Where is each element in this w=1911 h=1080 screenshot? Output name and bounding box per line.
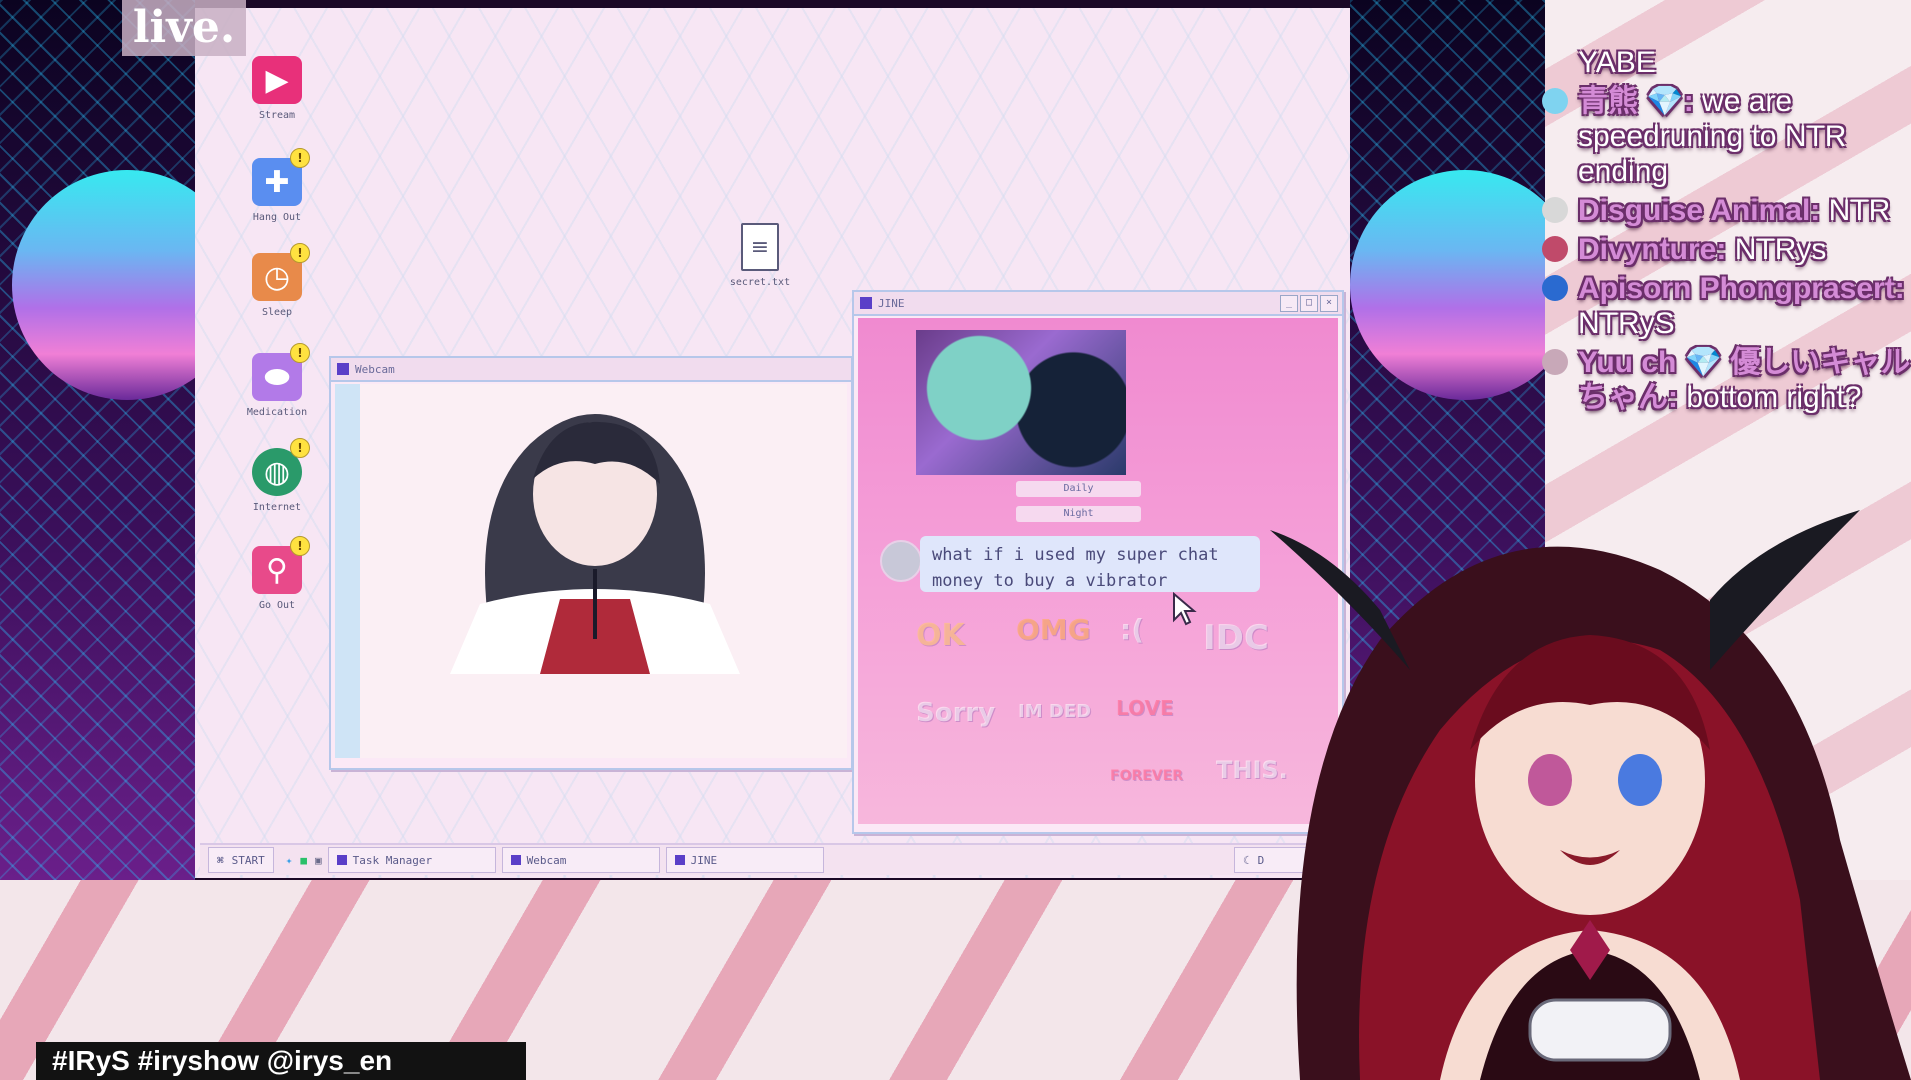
chat-message: Disguise Animal: NTR [1542, 193, 1911, 228]
stamp-ok[interactable]: OK [916, 618, 965, 653]
desktop-icon-label: Medication [246, 407, 308, 418]
avatar [1542, 236, 1568, 262]
vtuber-avatar [1270, 510, 1911, 1080]
desktop-icon-label: Stream [258, 110, 296, 121]
webcam-window[interactable]: Webcam [329, 356, 853, 770]
desktop-icon-medication[interactable]: ⬬! Medication [232, 343, 322, 418]
avatar [1542, 88, 1568, 114]
stamp-sorry[interactable]: Sorry [916, 698, 995, 728]
ame-character-sprite [450, 414, 740, 674]
live-logo: live. [122, 0, 246, 56]
daily-label: Daily [1016, 481, 1141, 497]
webcam-titlebar[interactable]: Webcam [331, 358, 851, 382]
chat-text: YABE [1578, 46, 1656, 79]
taskbar-item-jine[interactable]: JINE [665, 847, 824, 873]
window-app-icon [337, 363, 349, 375]
hashtag-banner: #IRyS #iryshow @irys_en [36, 1042, 526, 1080]
chat-text: bottom right? [1686, 381, 1862, 414]
stamp-im-ded[interactable]: IM DED [1018, 701, 1091, 722]
desktop-icon-stream[interactable]: ▶ Stream [232, 56, 322, 121]
map-pin-icon: ⚲! [252, 536, 310, 594]
stamp-sad[interactable]: :( [1120, 613, 1144, 646]
desktop-icon-go-out[interactable]: ⚲! Go Out [232, 536, 322, 611]
desktop-icon-secret-txt[interactable]: ≡ secret.txt [715, 223, 805, 288]
avatar [1542, 349, 1568, 375]
stamp-forever: FOREVER [1110, 768, 1183, 784]
notification-badge: ! [290, 148, 310, 168]
avatar [1542, 197, 1568, 223]
stamp-omg[interactable]: OMG [1016, 613, 1091, 646]
desktop-icon-hangout[interactable]: ✚! Hang Out [232, 148, 322, 223]
notification-badge: ! [290, 343, 310, 363]
start-icon: ⌘ [217, 853, 224, 867]
chat-message-bubble: what if i used my super chat money to bu… [920, 536, 1260, 592]
bird-icon[interactable]: ✦ [286, 854, 293, 867]
chat-text: NTR [1828, 194, 1891, 227]
notification-badge: ! [290, 536, 310, 556]
taskbar-item-webcam[interactable]: Webcam [501, 847, 660, 873]
hangout-icon: ✚! [252, 148, 310, 206]
alarm-clock-icon: ◷! [252, 243, 310, 301]
stream-play-icon: ▶ [252, 56, 302, 104]
desktop-icon-internet[interactable]: ◍! Internet [232, 438, 322, 513]
desktop-icon-label: secret.txt [729, 277, 791, 288]
chat-message: Apisorn Phongprasert: NTRyS [1542, 271, 1911, 341]
notification-badge: ! [290, 438, 310, 458]
window-title: Webcam [355, 362, 395, 376]
chat-message: YABE [1542, 45, 1911, 80]
game-desktop: ▶ Stream ✚! Hang Out ◷! Sleep ⬬! Medicat… [195, 8, 1350, 878]
chat-message: Divynture: NTRys [1542, 232, 1911, 267]
vaporwave-wallpaper-left [0, 0, 195, 880]
taskbar-item-label: Webcam [526, 853, 567, 867]
chat-author: Apisorn Phongprasert: [1578, 272, 1905, 305]
chat-author: 青熊 💎: [1578, 85, 1694, 118]
desktop-icon-label: Hang Out [252, 212, 302, 223]
webcam-feed [335, 384, 847, 758]
chat-text: NTRyS [1578, 307, 1675, 340]
notification-badge: ! [290, 243, 310, 263]
start-button[interactable]: ⌘ START [208, 847, 274, 873]
globe-search-icon: ◍! [252, 438, 310, 496]
monitor-icon[interactable]: ▣ [315, 854, 322, 867]
desktop-icon-label: Sleep [261, 307, 293, 318]
taskbar-item-label: JINE [690, 853, 718, 867]
chat-author: Divynture: [1578, 233, 1727, 266]
start-label: START [231, 853, 265, 867]
window-app-icon [860, 297, 872, 309]
window-title: JINE [878, 296, 905, 310]
chat-app-icon[interactable]: ■ [300, 854, 307, 867]
chat-message: 青熊 💎: we are speedruning to NTR ending [1542, 84, 1911, 189]
desktop-icon-label: Internet [252, 502, 302, 513]
desktop-icon-label: Go Out [258, 600, 296, 611]
chat-text: NTRys [1734, 233, 1827, 266]
jine-titlebar[interactable]: JINE _ □ × [854, 292, 1342, 316]
live-chat-overlay: YABE 青熊 💎: we are speedruning to NTR end… [1542, 45, 1911, 419]
chat-message: Yuu ch 💎 優しいキャルちゃん: bottom right? [1542, 345, 1911, 415]
stamp-love[interactable]: LOVE [1116, 696, 1174, 720]
chat-author: Disguise Animal: [1578, 194, 1821, 227]
taskbar-item-label: Task Manager [352, 853, 433, 867]
pills-icon: ⬬! [252, 343, 310, 401]
minimize-button[interactable]: _ [1280, 294, 1298, 312]
mouse-cursor-icon [1173, 592, 1197, 626]
desktop-icon-sleep[interactable]: ◷! Sleep [232, 243, 322, 318]
avatar [1542, 275, 1568, 301]
text-file-icon: ≡ [741, 223, 779, 271]
taskbar-item-task-manager[interactable]: Task Manager [327, 847, 496, 873]
close-button[interactable]: × [1320, 294, 1338, 312]
taskbar: ⌘ START ✦ ■ ▣ Task Manager Webcam JINE ☾… [200, 843, 1350, 875]
night-label: Night [1016, 506, 1141, 522]
avatar [880, 540, 922, 582]
maximize-button[interactable]: □ [1300, 294, 1318, 312]
shared-photo [916, 330, 1126, 475]
